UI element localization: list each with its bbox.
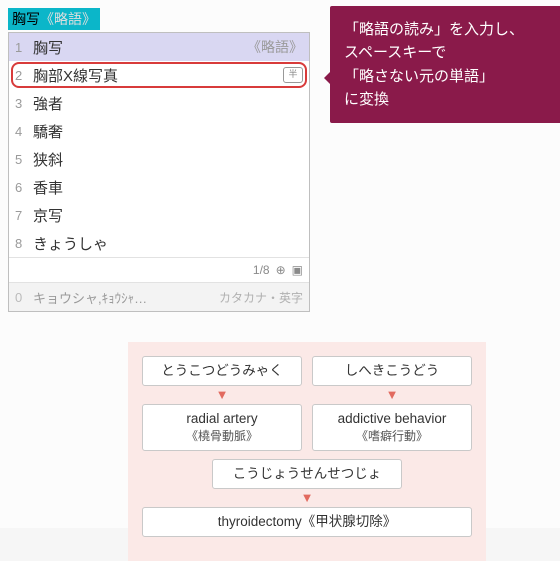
explanation-callout: 「略語の読み」を入力し、 スペースキーで 「略さない元の単語」 に変換 bbox=[330, 6, 560, 123]
ime-candidate-number: 7 bbox=[15, 208, 33, 223]
example-output-sub: 《嗜癖行動》 bbox=[356, 428, 428, 444]
ime-page-indicator: 1/8 bbox=[253, 263, 270, 277]
callout-line: に変換 bbox=[344, 88, 559, 111]
ime-candidate-number: 1 bbox=[15, 40, 33, 55]
example-input-text: とうこつどうみゃく bbox=[161, 362, 283, 380]
ime-candidate-word: きょうしゃ bbox=[33, 233, 303, 254]
ime-candidate-panel: 1 胸写 《略語》 2 胸部X線写真 半 3 強者 4 驕奢 5 狭斜 bbox=[8, 32, 310, 312]
ime-candidate-number: 5 bbox=[15, 152, 33, 167]
ime-input-main: 胸写 bbox=[12, 11, 40, 27]
example-output-text: addictive behavior bbox=[338, 410, 447, 428]
ime-candidate-tag: 《略語》 bbox=[247, 37, 303, 57]
ime-candidate-word: 胸写 bbox=[33, 37, 247, 58]
example-input-box: しへきこうどう bbox=[312, 356, 472, 386]
ime-candidate-number: 3 bbox=[15, 96, 33, 111]
ime-candidate-word: 香車 bbox=[33, 177, 303, 198]
examples-panel: とうこつどうみゃく ▼ radial artery 《橈骨動脈》 しへきこうどう… bbox=[128, 342, 486, 561]
down-arrow-icon: ▼ bbox=[386, 388, 399, 401]
ime-candidate-row[interactable]: 5 狭斜 bbox=[9, 145, 309, 173]
callout-line: スペースキーで bbox=[344, 41, 559, 64]
magnifier-icon[interactable]: ⊕ bbox=[276, 263, 286, 277]
ime-candidate-number: 2 bbox=[15, 68, 33, 83]
example-output-sub: 《橈骨動脈》 bbox=[186, 428, 258, 444]
ime-candidate-area: 胸写《略語》 1 胸写 《略語》 2 胸部X線写真 半 3 強者 4 驕奢 5 bbox=[8, 8, 310, 312]
callout-line: 「略語の読み」を入力し、 bbox=[344, 18, 559, 41]
ime-sub-word: キョウシャ,ｷｮｳｼｬ… bbox=[33, 288, 219, 307]
ime-input-tag: 《略語》 bbox=[40, 11, 96, 27]
ime-candidate-word: 狭斜 bbox=[33, 149, 303, 170]
ime-candidate-word: 京写 bbox=[33, 205, 303, 226]
ime-candidate-number: 0 bbox=[15, 290, 33, 305]
example-output-text: thyroidectomy《甲状腺切除》 bbox=[218, 513, 397, 531]
ime-input-display: 胸写《略語》 bbox=[8, 8, 100, 30]
example-output-box: addictive behavior 《嗜癖行動》 bbox=[312, 404, 472, 450]
example-output-box: radial artery 《橈骨動脈》 bbox=[142, 404, 302, 450]
callout-line: 「略さない元の単語」 bbox=[344, 65, 559, 88]
ime-candidate-row[interactable]: 6 香車 bbox=[9, 173, 309, 201]
ime-candidate-number: 8 bbox=[15, 236, 33, 251]
ime-candidate-word: 驕奢 bbox=[33, 121, 303, 142]
ime-sub-tag: カタカナ・英字 bbox=[219, 289, 303, 306]
ime-candidate-row[interactable]: 4 驕奢 bbox=[9, 117, 309, 145]
example-output-text: radial artery bbox=[186, 410, 257, 428]
example-input-box: こうじょうせんせつじょ bbox=[212, 459, 402, 489]
example-input-text: こうじょうせんせつじょ bbox=[233, 465, 382, 483]
example-output-box: thyroidectomy《甲状腺切除》 bbox=[142, 507, 472, 537]
ime-candidate-row[interactable]: 7 京写 bbox=[9, 201, 309, 229]
example-input-box: とうこつどうみゃく bbox=[142, 356, 302, 386]
ime-candidate-row[interactable]: 2 胸部X線写真 半 bbox=[9, 61, 309, 89]
ime-candidate-number: 4 bbox=[15, 124, 33, 139]
ime-candidate-row[interactable]: 3 強者 bbox=[9, 89, 309, 117]
ime-candidate-row[interactable]: 1 胸写 《略語》 bbox=[9, 33, 309, 61]
ime-candidate-row[interactable]: 8 きょうしゃ bbox=[9, 229, 309, 257]
example-input-text: しへきこうどう bbox=[345, 362, 440, 380]
ime-candidate-number: 6 bbox=[15, 180, 33, 195]
ime-halfwidth-badge: 半 bbox=[283, 67, 303, 83]
down-arrow-icon: ▼ bbox=[301, 491, 314, 504]
info-icon[interactable]: ▣ bbox=[292, 263, 303, 277]
ime-candidate-word: 強者 bbox=[33, 93, 303, 114]
down-arrow-icon: ▼ bbox=[216, 388, 229, 401]
ime-sub-row[interactable]: 0 キョウシャ,ｷｮｳｼｬ… カタカナ・英字 bbox=[9, 282, 309, 311]
ime-candidate-word: 胸部X線写真 bbox=[33, 65, 277, 86]
ime-footer: 1/8 ⊕ ▣ bbox=[9, 257, 309, 282]
